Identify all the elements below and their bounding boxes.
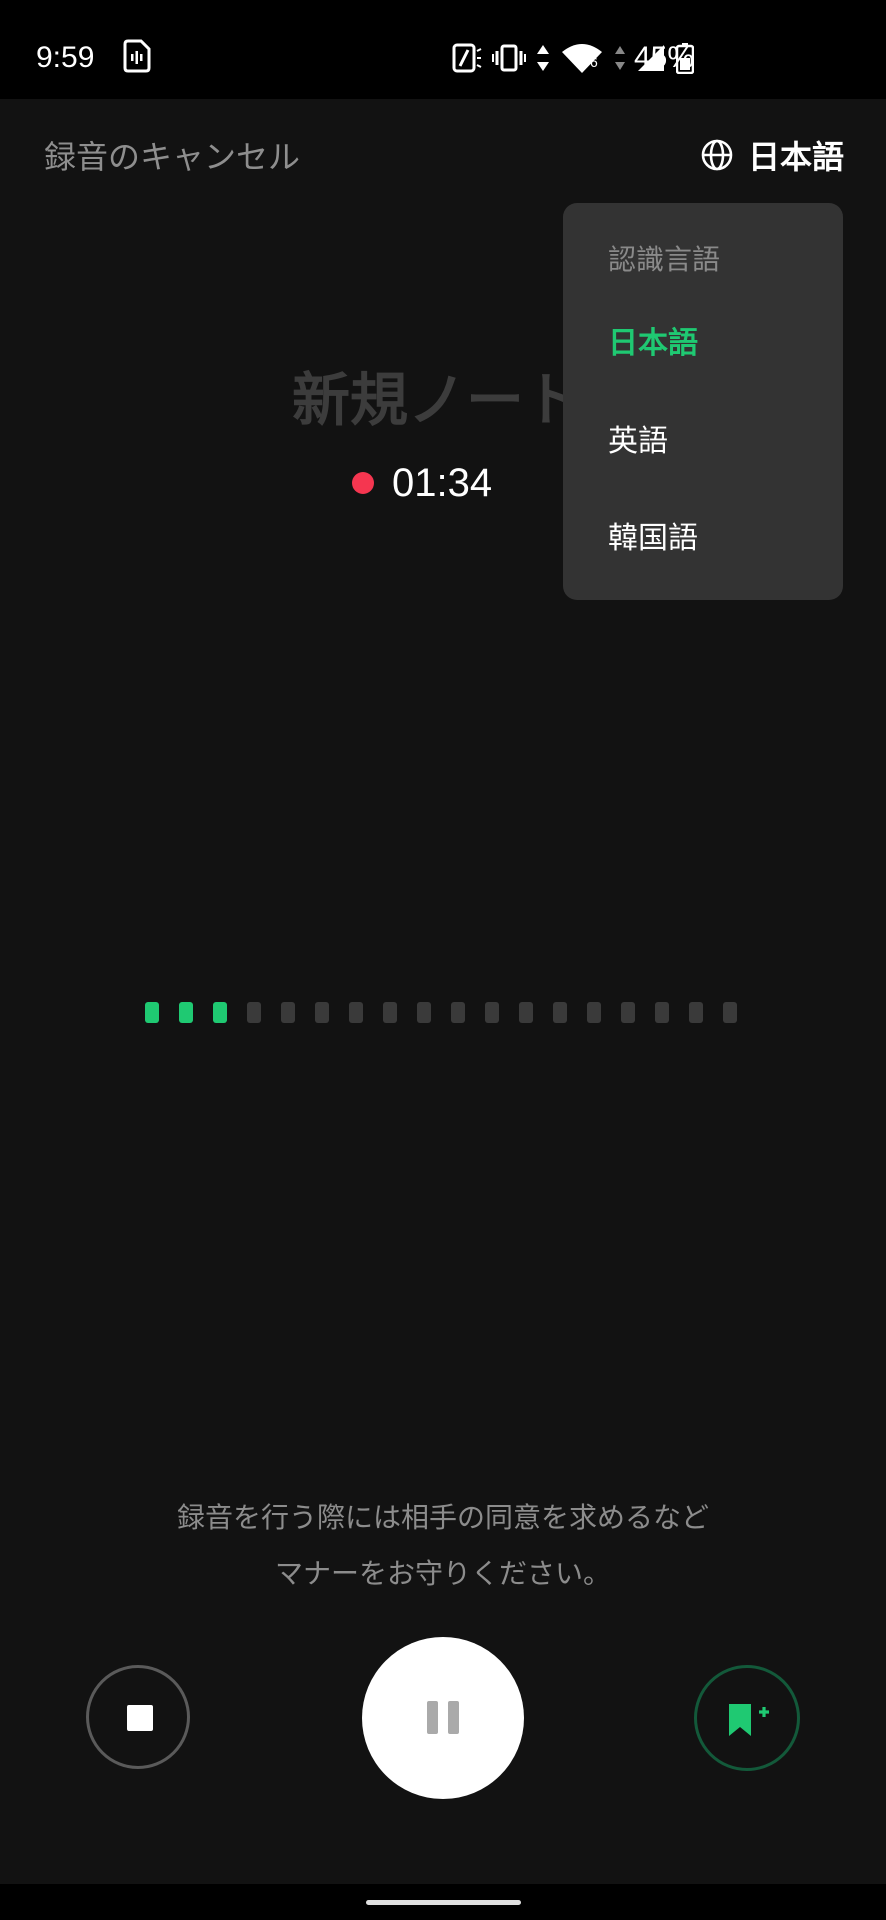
elapsed-time: 01:34	[392, 461, 493, 505]
language-selector-label: 日本語	[747, 138, 844, 176]
level-bar	[519, 1002, 533, 1023]
language-menu-header: 認識言語	[608, 243, 721, 276]
globe-icon	[700, 138, 734, 176]
cancel-recording-button[interactable]: 録音のキャンセル	[44, 134, 300, 180]
network-type-label: 6	[590, 54, 598, 70]
notice-line-2: マナーをお守りください。	[274, 1557, 611, 1590]
level-bar	[145, 1002, 159, 1023]
status-bar: 9:59 6 45%	[0, 0, 886, 99]
level-bar	[349, 1002, 363, 1023]
level-bar	[655, 1002, 669, 1023]
recording-notice: 録音を行う際には相手の同意を求めるなど マナーをお守りください。	[0, 1490, 886, 1602]
level-bar	[247, 1002, 261, 1023]
language-option-korean[interactable]: 韓国語	[563, 490, 843, 580]
note-title: 新規ノート	[292, 366, 583, 434]
bookmark-add-icon	[727, 1702, 771, 1742]
level-bar	[315, 1002, 329, 1023]
add-bookmark-button[interactable]	[694, 1665, 800, 1771]
notice-line-1: 録音を行う際には相手の同意を求めるなど	[176, 1501, 709, 1534]
language-menu: 認識言語 日本語 英語 韓国語	[563, 203, 843, 600]
level-bar	[451, 1002, 465, 1023]
language-selector-button[interactable]: 日本語	[700, 134, 844, 180]
data-arrows-icon	[536, 43, 550, 77]
level-bar	[587, 1002, 601, 1023]
level-bar	[621, 1002, 635, 1023]
level-bar	[383, 1002, 397, 1023]
recording-screen: 9:59 6 45% 録音のキャンセル 日本語 新規ノート 01:34 認識言語…	[0, 0, 886, 1920]
wifi-icon: 6	[560, 42, 604, 78]
audio-level-meter	[0, 1002, 886, 1024]
level-bar	[179, 1002, 193, 1023]
stop-icon	[127, 1705, 153, 1731]
level-bar	[485, 1002, 499, 1023]
level-bar	[281, 1002, 295, 1023]
status-time: 9:59	[36, 41, 95, 74]
stop-button[interactable]	[86, 1665, 190, 1769]
pause-button[interactable]	[362, 1637, 524, 1799]
level-bar	[723, 1002, 737, 1023]
recording-timer: 01:34	[352, 458, 492, 508]
level-bar	[213, 1002, 227, 1023]
language-option-japanese[interactable]: 日本語	[563, 295, 843, 385]
nfc-icon	[452, 42, 482, 78]
battery-percent: 45%	[634, 41, 695, 74]
vibrate-icon	[492, 43, 526, 77]
language-option-english[interactable]: 英語	[563, 393, 843, 483]
home-indicator[interactable]	[366, 1900, 521, 1905]
data-arrows-icon-secondary	[614, 43, 626, 77]
level-bar	[553, 1002, 567, 1023]
recording-indicator-dot	[352, 472, 374, 494]
level-bar	[689, 1002, 703, 1023]
voice-recorder-notification-icon	[122, 39, 152, 77]
level-bar	[417, 1002, 431, 1023]
